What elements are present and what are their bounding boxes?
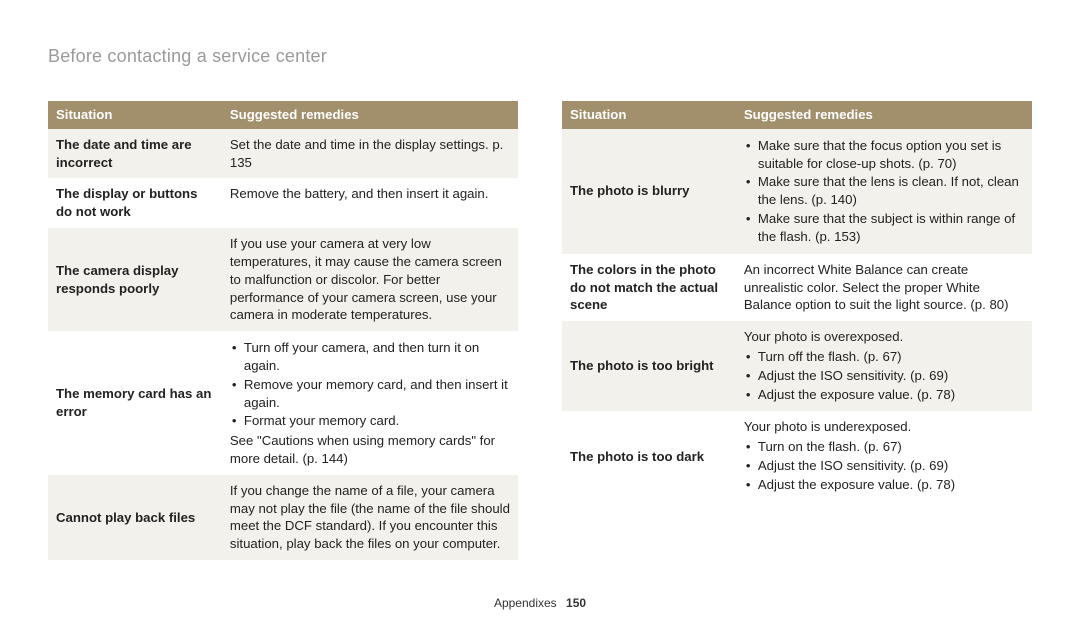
table-row: The memory card has an errorTurn off you…	[48, 331, 518, 475]
table-row: The photo is too darkYour photo is under…	[562, 411, 1032, 501]
remedy-list-item: Adjust the exposure value. (p. 78)	[744, 386, 1024, 404]
remedy-list: Make sure that the focus option you set …	[744, 137, 1024, 246]
table-row: Cannot play back filesIf you change the …	[48, 475, 518, 560]
situation-cell: The photo is too bright	[562, 321, 736, 411]
remedy-text: If you use your camera at very low tempe…	[230, 235, 510, 324]
remedy-cell: Your photo is overexposed. Turn off the f…	[736, 321, 1032, 411]
col-situation: Situation	[48, 101, 222, 129]
table-row: The display or buttons do not work Remove…	[48, 178, 518, 228]
remedy-list: Turn on the flash. (p. 67)Adjust the ISO…	[744, 438, 1024, 493]
situation-cell: The photo is blurry	[562, 129, 736, 254]
remedy-tail: See "Cautions when using memory cards" f…	[230, 432, 510, 468]
col-situation: Situation	[562, 101, 736, 129]
remedy-cell: Turn off your camera, and then turn it o…	[222, 331, 518, 475]
remedy-list: Turn off your camera, and then turn it o…	[230, 339, 510, 430]
remedy-list-item: Make sure that the focus option you set …	[744, 137, 1024, 173]
remedy-list-item: Turn off the flash. (p. 67)	[744, 348, 1024, 366]
table-row: The photo is blurryMake sure that the fo…	[562, 129, 1032, 254]
remedy-cell: Remove the battery, and then insert it a…	[222, 178, 518, 228]
two-column-layout: Situation Suggested remedies The date an…	[48, 101, 1032, 560]
table-header-row: Situation Suggested remedies	[562, 101, 1032, 129]
right-column: Situation Suggested remedies The photo i…	[562, 101, 1032, 560]
troubleshoot-table-left: Situation Suggested remedies The date an…	[48, 101, 518, 560]
remedy-list-item: Turn off your camera, and then turn it o…	[230, 339, 510, 375]
left-column: Situation Suggested remedies The date an…	[48, 101, 518, 560]
remedy-text: Remove the battery, and then insert it a…	[230, 185, 510, 203]
situation-cell: The camera display responds poorly	[48, 228, 222, 331]
remedy-cell: If you change the name of a file, your c…	[222, 475, 518, 560]
troubleshoot-table-right: Situation Suggested remedies The photo i…	[562, 101, 1032, 502]
table-row: The camera display responds poorlyIf you…	[48, 228, 518, 331]
table-row: The colors in the photo do not match the…	[562, 254, 1032, 321]
situation-cell: The memory card has an error	[48, 331, 222, 475]
remedy-list-item: Remove your memory card, and then insert…	[230, 376, 510, 412]
remedy-text: If you change the name of a file, your c…	[230, 482, 510, 553]
remedy-cell: Your photo is underexposed. Turn on the f…	[736, 411, 1032, 501]
remedy-list: Turn off the flash. (p. 67)Adjust the IS…	[744, 348, 1024, 403]
situation-cell: The photo is too dark	[562, 411, 736, 501]
remedy-list-item: Turn on the flash. (p. 67)	[744, 438, 1024, 456]
page-title: Before contacting a service center	[48, 46, 1032, 67]
situation-cell: Cannot play back files	[48, 475, 222, 560]
remedy-cell: Make sure that the focus option you set …	[736, 129, 1032, 254]
manual-page: Before contacting a service center Situa…	[0, 0, 1080, 630]
table-header-row: Situation Suggested remedies	[48, 101, 518, 129]
remedy-list-item: Adjust the ISO sensitivity. (p. 69)	[744, 367, 1024, 385]
remedy-list-item: Make sure that the lens is clean. If not…	[744, 173, 1024, 209]
table-row: The date and time are incorrectSet the d…	[48, 129, 518, 179]
page-number: 150	[566, 596, 586, 610]
situation-cell: The date and time are incorrect	[48, 129, 222, 179]
remedy-list-item: Make sure that the subject is within ran…	[744, 210, 1024, 246]
remedy-lead: Your photo is overexposed.	[744, 328, 1024, 346]
situation-cell: The display or buttons do not work	[48, 178, 222, 228]
page-footer: Appendixes 150	[0, 596, 1080, 610]
col-remedies: Suggested remedies	[222, 101, 518, 129]
situation-cell: The colors in the photo do not match the…	[562, 254, 736, 321]
remedy-list-item: Adjust the ISO sensitivity. (p. 69)	[744, 457, 1024, 475]
remedy-cell: Set the date and time in the display set…	[222, 129, 518, 179]
col-remedies: Suggested remedies	[736, 101, 1032, 129]
remedy-cell: If you use your camera at very low tempe…	[222, 228, 518, 331]
remedy-lead: Your photo is underexposed.	[744, 418, 1024, 436]
remedy-cell: An incorrect White Balance can create un…	[736, 254, 1032, 321]
remedy-text: Set the date and time in the display set…	[230, 136, 510, 172]
footer-section: Appendixes	[494, 596, 557, 610]
remedy-list-item: Format your memory card.	[230, 412, 510, 430]
table-row: The photo is too brightYour photo is ove…	[562, 321, 1032, 411]
remedy-text: An incorrect White Balance can create un…	[744, 261, 1024, 314]
remedy-list-item: Adjust the exposure value. (p. 78)	[744, 476, 1024, 494]
